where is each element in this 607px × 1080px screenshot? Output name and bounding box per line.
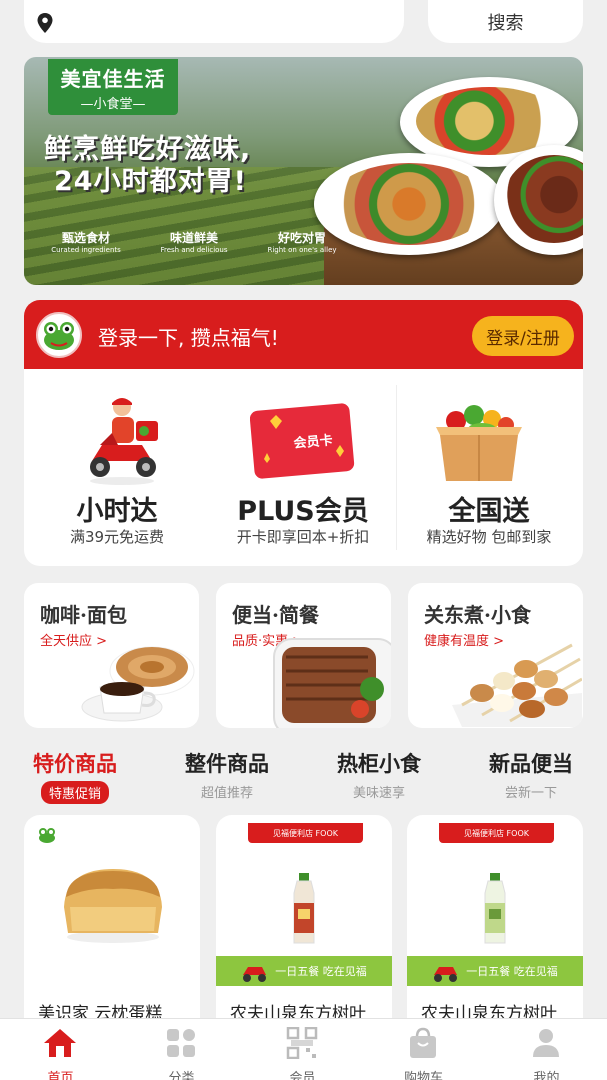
nav-cart[interactable]: 购物车 (363, 1019, 484, 1080)
coffee-bread-image (81, 646, 195, 722)
profile-icon (533, 1029, 559, 1057)
brand-title: 美宜佳生活 (60, 67, 166, 91)
service-title: 全国送 (448, 496, 530, 527)
category-coffee-bread[interactable]: 咖啡·面包 全天供应 > (24, 583, 199, 728)
tab-label: 特价商品 (33, 752, 117, 776)
delivery-scooter-icon (90, 398, 158, 485)
login-register-button[interactable]: 登录/注册 (472, 316, 574, 356)
frog-mascot-icon (39, 828, 55, 843)
banner-badge: 味道鲜美 Fresh and delicious (160, 231, 228, 254)
category-grid-icon (167, 1029, 195, 1057)
oden-skewers-image (452, 643, 582, 727)
tea-bottle-image (484, 873, 506, 944)
nav-label: 首页 (47, 1071, 74, 1080)
nav-label: 我的 (533, 1071, 560, 1080)
nav-profile[interactable]: 我的 (486, 1019, 607, 1080)
service-subtitle: 精选好物 包邮到家 (426, 528, 552, 546)
service-title: PLUS会员 (237, 496, 369, 527)
member-qr-icon (286, 1027, 318, 1059)
service-hourly-delivery[interactable]: 小时达 满39元免运费 (24, 369, 210, 566)
nav-home[interactable]: 首页 (0, 1019, 121, 1080)
service-plus-member[interactable]: 会员卡 PLUS会员 开卡即享回本+折扣 (210, 369, 396, 566)
service-subtitle: 开卡即享回本+折扣 (236, 528, 370, 546)
service-subtitle: 满39元免运费 (69, 528, 165, 546)
top-bar: 搜索 (0, 0, 607, 52)
tab-special-offers[interactable]: 特价商品 特惠促销 (0, 748, 150, 804)
brand-logo: 美宜佳生活 —小食堂— (48, 59, 178, 115)
service-title: 小时达 (76, 496, 158, 527)
product-card[interactable]: 见福便利店 FOOK 一日五餐 吃在见福 农夫山泉东方树叶 (216, 815, 392, 1035)
promo-banner[interactable]: 美宜佳生活 —小食堂— 鲜烹鲜吃好滋味, 24小时都对胃! 甄选食材 Curat… (24, 57, 583, 285)
tab-label: 整件商品 (185, 752, 269, 776)
login-services-card: 登录一下, 攒点福气! 登录/注册 小时达 满39元免运费 会员卡 PLUS会员… (24, 300, 583, 566)
produce-box-icon (436, 405, 522, 481)
nav-category[interactable]: 分类 (121, 1019, 242, 1080)
tab-whole-items[interactable]: 整件商品 超值推荐 (152, 748, 302, 801)
banner-slogan-line2: 24小时都对胃! (54, 166, 247, 197)
bento-image (273, 638, 391, 728)
brand-subtitle: —小食堂— (80, 97, 146, 112)
product-card[interactable]: 见福便利店 FOOK 一日五餐 吃在见福 农夫山泉东方树叶 (407, 815, 583, 1035)
tab-subtitle: 超值推荐 (200, 786, 253, 801)
product-ribbon: 见福便利店 FOOK (439, 823, 554, 843)
category-bento-meal[interactable]: 便当·简餐 品质·实惠 > (216, 583, 391, 728)
tab-hot-snacks[interactable]: 热柜小食 美味速享 (304, 748, 454, 801)
nav-member[interactable]: 会员 (242, 1019, 363, 1080)
category-title: 咖啡·面包 (40, 603, 127, 627)
divider (396, 385, 397, 550)
delivery-scooter-icon (434, 967, 457, 982)
sponge-cake-image (64, 869, 162, 943)
product-ribbon: 见福便利店 FOOK (248, 823, 363, 843)
delivery-scooter-icon (243, 967, 266, 982)
tab-subtitle: 美味速享 (352, 786, 405, 801)
shopping-bag-icon (410, 1027, 436, 1058)
map-pin-icon (37, 13, 53, 33)
tab-active-pill: 特惠促销 (40, 781, 109, 804)
banner-badge: 甄选食材 Curated ingredients (51, 231, 121, 254)
service-nationwide[interactable]: 全国送 精选好物 包邮到家 (396, 369, 582, 566)
nav-label: 购物车 (403, 1071, 443, 1080)
tab-label: 新品便当 (489, 752, 573, 776)
tab-new-bento[interactable]: 新品便当 尝新一下 (456, 748, 606, 801)
tea-bottle-image (293, 873, 315, 944)
frog-mascot-icon (36, 312, 82, 358)
login-bar[interactable]: 登录一下, 攒点福气! 登录/注册 (24, 300, 583, 369)
category-title: 便当·简餐 (232, 603, 319, 627)
tab-subtitle: 尝新一下 (504, 786, 557, 801)
category-title: 关东煮·小食 (424, 603, 531, 627)
nav-label: 会员 (289, 1071, 316, 1080)
location-selector[interactable] (24, 0, 404, 43)
home-icon (44, 1029, 76, 1057)
search-button[interactable]: 搜索 (428, 0, 583, 43)
category-oden-snacks[interactable]: 关东煮·小食 健康有温度 > (408, 583, 583, 728)
bottom-navigation: 首页 分类 会员 购物车 我的 (0, 1018, 607, 1080)
login-prompt: 登录一下, 攒点福气! (98, 326, 279, 350)
tab-label: 热柜小食 (337, 752, 421, 776)
nav-label: 分类 (168, 1071, 195, 1080)
product-card[interactable]: 美识家 云枕蛋糕 (24, 815, 200, 1035)
